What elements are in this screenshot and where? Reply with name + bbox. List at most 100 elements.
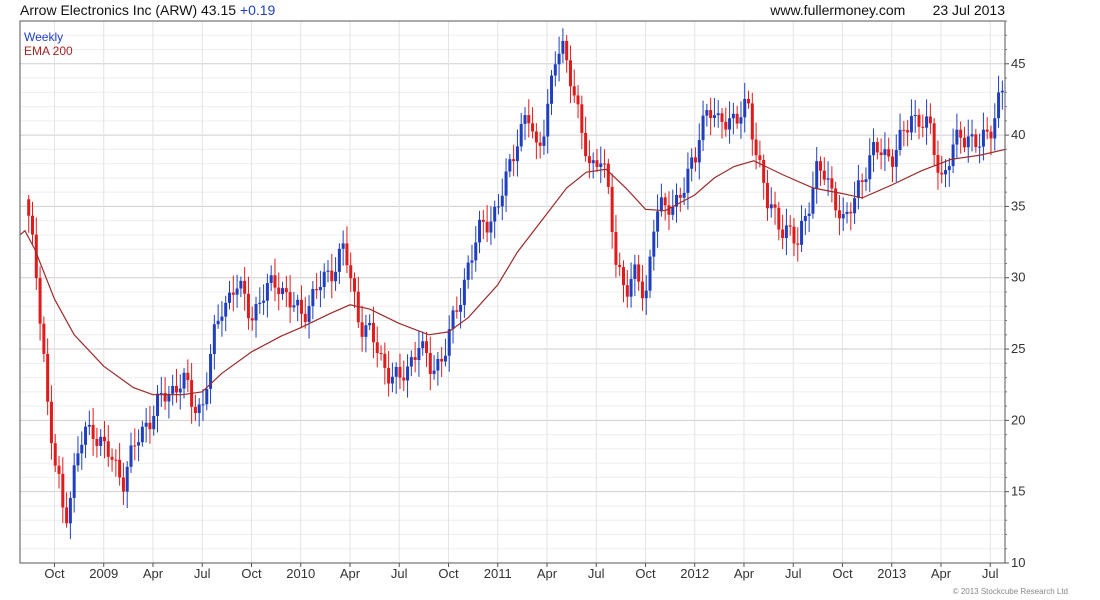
x-tick-label: Apr: [734, 566, 755, 581]
candle-body: [470, 260, 474, 263]
candle-body: [299, 299, 303, 314]
candle-body: [845, 211, 849, 215]
candle-body: [531, 123, 535, 132]
candle: [500, 178, 504, 221]
candle-body: [981, 129, 985, 147]
candle-body: [315, 288, 319, 291]
candle-body: [724, 121, 728, 130]
candle-body: [171, 385, 175, 394]
candle: [728, 101, 732, 144]
candle: [784, 208, 788, 256]
candle-body: [383, 353, 387, 368]
candle-body: [478, 219, 482, 243]
candle: [284, 275, 288, 308]
candle: [371, 306, 375, 359]
candle-body: [534, 131, 538, 143]
candle-body: [292, 305, 296, 308]
candle: [701, 100, 705, 152]
candle-body: [284, 288, 288, 293]
y-tick-label: 10: [1011, 555, 1025, 570]
candle-body: [716, 113, 720, 116]
candle-body: [644, 290, 648, 299]
candle-body: [512, 159, 516, 162]
candle-body: [428, 353, 432, 375]
candle-body: [769, 204, 773, 209]
candle-body: [57, 465, 61, 474]
candle-body: [246, 293, 250, 319]
candle-body: [591, 160, 595, 164]
x-tick-label: 2012: [680, 566, 709, 581]
candle-body: [140, 426, 144, 443]
candle-body: [220, 316, 224, 321]
candle-body: [504, 171, 508, 196]
candle-body: [902, 129, 906, 131]
candle-body: [459, 304, 463, 312]
candle-body: [409, 357, 413, 367]
candle-body: [341, 243, 345, 249]
candle-body: [413, 357, 417, 361]
candle-body: [599, 163, 603, 168]
candle: [163, 377, 167, 410]
candle: [750, 92, 754, 156]
candle-body: [754, 139, 758, 156]
candle-body: [262, 300, 266, 303]
candle: [144, 407, 148, 443]
candle-body: [603, 163, 607, 165]
candle-body: [633, 264, 637, 279]
candle: [610, 173, 614, 249]
candle: [553, 51, 557, 87]
candle-body: [686, 168, 690, 193]
candle-body: [758, 155, 762, 160]
candle-body: [667, 205, 671, 215]
candlesticks: [27, 28, 1004, 540]
candle: [27, 195, 31, 233]
candle: [997, 75, 1001, 128]
candle-body: [250, 318, 254, 321]
candle-body: [629, 278, 633, 297]
x-tick-label: Jul: [588, 566, 605, 581]
candle-body: [95, 438, 99, 446]
candle-body: [102, 436, 106, 442]
candle: [133, 428, 137, 461]
candle: [830, 166, 834, 203]
candle-body: [398, 366, 402, 378]
candle-body: [496, 206, 500, 208]
candle-body: [137, 442, 141, 446]
candle-body: [121, 477, 125, 492]
candle: [576, 85, 580, 119]
candle-body: [462, 279, 466, 305]
candle-body: [739, 117, 743, 124]
candle: [57, 455, 61, 489]
candle-body: [481, 219, 485, 222]
candle-body: [269, 275, 273, 284]
x-tick-label: Apr: [340, 566, 361, 581]
candle-body: [318, 286, 322, 291]
candle-body: [773, 204, 777, 208]
candle-body: [712, 115, 716, 119]
candle: [186, 359, 190, 393]
candle-body: [925, 116, 929, 128]
x-tick-label: Jul: [982, 566, 999, 581]
candle: [587, 140, 591, 179]
candle: [193, 394, 197, 422]
candle-body: [273, 275, 277, 288]
candle-body: [944, 170, 948, 175]
candle-body: [515, 146, 519, 162]
candle: [171, 374, 175, 406]
candle: [65, 492, 69, 528]
candle-body: [637, 264, 641, 282]
candle: [1000, 80, 1004, 110]
x-tick-label: 2013: [877, 566, 906, 581]
candle: [288, 275, 292, 323]
y-tick-label: 30: [1011, 270, 1025, 285]
candle: [31, 201, 35, 245]
candle-body: [796, 243, 800, 245]
candle: [709, 97, 713, 136]
candle: [716, 100, 720, 128]
x-tick-label: Apr: [537, 566, 558, 581]
candle-body: [807, 213, 811, 217]
candle: [80, 431, 84, 470]
candle-body: [148, 422, 152, 430]
candle-body: [765, 182, 769, 209]
candle-body: [523, 115, 527, 124]
